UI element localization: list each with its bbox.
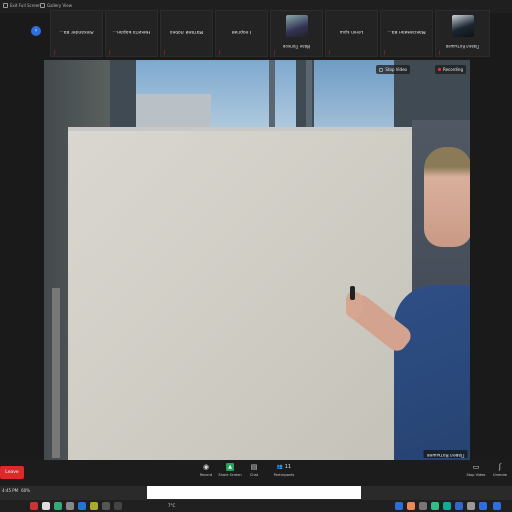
participant-name: Максимиан Ва...	[387, 29, 426, 34]
mic-muted-icon: ʃ	[274, 50, 276, 55]
chat-icon: ▤	[250, 463, 258, 471]
app-icon[interactable]	[431, 502, 439, 510]
leave-button[interactable]: Leave	[0, 466, 24, 479]
app-icon[interactable]	[102, 502, 110, 510]
participant-tile[interactable]: Alexander Ba... ʃ	[50, 10, 103, 57]
app-icon[interactable]	[455, 502, 463, 510]
recording-badge: Recording	[434, 65, 466, 74]
whiteboard-stand	[52, 288, 60, 458]
stop-video-badge[interactable]: Stop Video	[376, 65, 410, 74]
unmute-button[interactable]: ʃ Unmute	[488, 463, 512, 483]
whiteboard	[68, 127, 412, 460]
app-icon[interactable]	[42, 502, 50, 510]
participant-strip: ‹ Alexander Ba... ʃ Никита Баран... ʃ Ма…	[0, 5, 512, 57]
participant-name: Матвей Лобко	[169, 29, 204, 34]
share-screen-icon: ▲	[226, 463, 234, 471]
unmute-label: Unmute	[493, 473, 507, 477]
participants-label: Participants	[273, 473, 295, 477]
app-icon[interactable]	[443, 502, 451, 510]
app-icon[interactable]	[90, 502, 98, 510]
mic-muted-icon: ʃ	[164, 50, 166, 55]
mic-muted-icon: ʃ	[384, 50, 386, 55]
video-icon: ▭	[472, 463, 480, 471]
meeting-toolbar: Leave ◉ Record ▲ Share Screen ▤ Chat 👥 1…	[0, 460, 512, 486]
app-icon[interactable]	[114, 502, 122, 510]
stop-video-label: Stop Video	[466, 473, 486, 477]
app-icon[interactable]	[395, 502, 403, 510]
previous-page-button[interactable]: ‹	[31, 26, 41, 36]
os-taskbar: 4:45 PM 60% 7°C	[0, 486, 512, 512]
mic-muted-icon: ʃ	[329, 50, 331, 55]
taskbar-icons: 7°C	[0, 500, 512, 512]
participants-icon: 👥 11	[276, 464, 292, 470]
share-screen-label: Share Screen	[218, 473, 242, 477]
mic-muted-icon: ʃ	[109, 50, 111, 55]
app-icon[interactable]	[479, 502, 487, 510]
person-body	[394, 285, 470, 460]
clock: 4:45 PM	[2, 488, 19, 493]
app-icon[interactable]	[407, 502, 415, 510]
participant-tile[interactable]: Никита Баран... ʃ	[105, 10, 158, 57]
record-label: Record	[199, 473, 213, 477]
app-icon[interactable]	[419, 502, 427, 510]
avatar	[285, 15, 308, 37]
participant-name: Павел Котышев	[445, 44, 480, 49]
app-icon[interactable]	[78, 502, 86, 510]
participant-name: Никита Баран...	[112, 29, 151, 34]
participant-name: Иван Попков	[283, 44, 310, 49]
weather-widget[interactable]: 7°C	[168, 503, 175, 508]
stop-video-button[interactable]: ▭ Stop Video	[464, 463, 488, 483]
battery-level: 60%	[21, 488, 31, 493]
participant-name: Alexander Ba...	[59, 29, 94, 34]
chat-label: Chat	[249, 473, 259, 477]
participants-count: 11	[284, 464, 292, 470]
stop-video-badge-label: Stop Video	[385, 67, 407, 72]
participant-tile[interactable]: Георгий ʃ	[215, 10, 268, 57]
participant-tile[interactable]: Павел Котышев ʃ	[435, 10, 490, 57]
participant-tile[interactable]: Матвей Лобко ʃ	[160, 10, 213, 57]
participant-tile[interactable]: Иван Попков ʃ	[270, 10, 323, 57]
recording-icon	[437, 68, 441, 71]
participant-name: Lенin Ерш	[339, 29, 364, 34]
share-screen-button[interactable]: ▲ Share Screen	[218, 463, 242, 483]
mic-muted-icon: ʃ	[54, 50, 56, 55]
participant-name: Георгий	[231, 29, 252, 34]
record-button[interactable]: ◉ Record	[194, 463, 218, 483]
participant-tile[interactable]: Lенin Ерш ʃ	[325, 10, 378, 57]
avatar	[451, 15, 474, 37]
app-icon[interactable]	[54, 502, 62, 510]
active-speaker-video[interactable]: Stop Video Recording Павел Котышев	[44, 60, 470, 460]
app-icon[interactable]	[467, 502, 475, 510]
windows-start-icon[interactable]	[493, 502, 501, 510]
mic-muted-icon: ʃ	[439, 50, 441, 55]
system-tray: 4:45 PM 60%	[2, 488, 30, 493]
chat-button[interactable]: ▤ Chat	[242, 463, 266, 483]
taskbar-search-area[interactable]	[147, 486, 361, 499]
speaker-name: Павел Котышев	[424, 450, 468, 458]
recording-label: Recording	[442, 67, 463, 72]
person-head	[424, 147, 470, 247]
mic-icon: ʃ	[498, 463, 502, 471]
zoom-window: Exit Full Screen Gallery View ‹ Alexande…	[0, 0, 512, 512]
mic-muted-icon: ʃ	[219, 50, 221, 55]
app-icon[interactable]	[30, 502, 38, 510]
participant-tile[interactable]: Максимиан Ва... ʃ	[380, 10, 433, 57]
participants-button[interactable]: 👥 11 Participants	[266, 463, 302, 483]
marker	[350, 286, 355, 300]
video-icon	[379, 67, 384, 72]
record-icon: ◉	[202, 463, 210, 471]
app-icon[interactable]	[66, 502, 74, 510]
